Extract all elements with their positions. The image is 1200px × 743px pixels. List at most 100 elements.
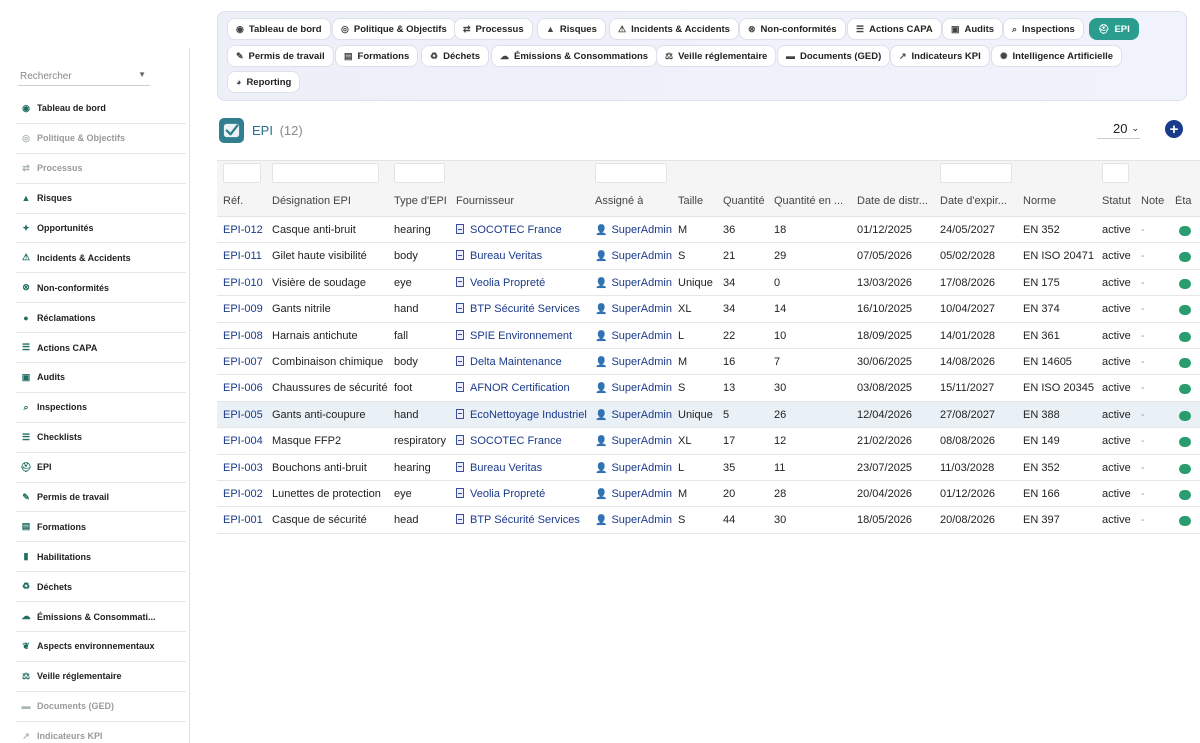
per-page-select[interactable]: 20 ⌄ <box>1097 119 1140 139</box>
sidebar-item-chat[interactable]: ● Réclamations <box>16 303 186 334</box>
cell-ref[interactable]: EPI-007 <box>223 356 263 368</box>
table-row[interactable]: EPI-005 Gants anti-coupure hand EcoNettoyag… <box>217 401 1200 429</box>
sidebar-item-leaf[interactable]: ❦ Aspects environnementaux <box>16 632 186 662</box>
cell-ref[interactable]: EPI-005 <box>223 409 263 421</box>
column-filter-input[interactable] <box>394 163 445 183</box>
cell-ref[interactable]: EPI-003 <box>223 462 263 474</box>
table-row[interactable]: EPI-012 Casque anti-bruit hearing SOCOTEC F… <box>217 217 1200 244</box>
cell-ref[interactable]: EPI-010 <box>223 277 263 289</box>
sidebar-item-folder[interactable]: ▬ Documents (GED) <box>16 692 186 722</box>
sidebar-item-cloud[interactable]: ☁ Émissions & Consommati... <box>16 602 186 633</box>
status-toggle[interactable] <box>1179 490 1191 500</box>
sidebar-item-checklist[interactable]: ☰ Checklists <box>16 423 186 453</box>
column-header[interactable]: Statut <box>1102 195 1131 207</box>
column-header[interactable]: Fournisseur <box>456 195 514 207</box>
table-row[interactable]: EPI-001 Casque de sécurité head BTP Sécurit… <box>217 507 1200 534</box>
cell-ref[interactable]: EPI-004 <box>223 435 263 447</box>
column-header[interactable]: Date de distr... <box>857 195 928 207</box>
table-row[interactable]: EPI-006 Chaussures de sécurité foot AFNOR C… <box>217 375 1200 402</box>
nav-tab-report[interactable]: ◕ Reporting <box>227 71 301 93</box>
table-row[interactable]: EPI-002 Lunettes de protection eye Veolia P… <box>217 481 1200 508</box>
sidebar-item-badge[interactable]: ▮ Habilitations <box>16 542 186 573</box>
sidebar-item-helmet[interactable]: ⛑ EPI <box>16 453 186 483</box>
table-row[interactable]: EPI-008 Harnais antichute fall SPIE Environ… <box>217 323 1200 349</box>
table-row[interactable]: EPI-003 Bouchons anti-bruit hearing Bureau … <box>217 455 1200 481</box>
nav-tab-clipboard[interactable]: ▣ Audits <box>942 18 1004 40</box>
cell-ref[interactable]: EPI-008 <box>223 330 263 342</box>
sidebar-item-clipboard[interactable]: ▣ Audits <box>16 363 186 393</box>
cell-ref[interactable]: EPI-011 <box>223 250 262 262</box>
nav-tab-process[interactable]: ⇄ Processus <box>454 18 533 40</box>
nav-tab-ai[interactable]: ✺ Intelligence Artificielle <box>991 45 1123 67</box>
cell-ref[interactable]: EPI-009 <box>223 303 263 315</box>
status-toggle[interactable] <box>1179 358 1191 368</box>
column-header[interactable]: Quantité <box>723 195 765 207</box>
cell-supplier[interactable]: Delta Maintenance <box>456 356 562 368</box>
status-toggle[interactable] <box>1179 252 1191 263</box>
add-epi-button[interactable]: + <box>1165 120 1183 138</box>
column-filter-input[interactable] <box>223 163 261 183</box>
nav-tab-warning[interactable]: ▲ Risques <box>537 18 606 40</box>
table-row[interactable]: EPI-007 Combinaison chimique body Delta Mai… <box>217 349 1200 376</box>
sidebar-item-recycle[interactable]: ♻ Déchets <box>16 572 186 603</box>
cell-supplier[interactable]: Bureau Veritas <box>456 250 542 262</box>
nav-tab-search[interactable]: ⌕ Inspections <box>1003 18 1084 40</box>
nav-tab-target[interactable]: ◎ Politique & Objectifs <box>332 18 456 40</box>
column-filter-input[interactable] <box>595 163 667 183</box>
status-toggle[interactable] <box>1179 410 1191 421</box>
column-filter-input[interactable] <box>940 163 1012 183</box>
nav-tab-list[interactable]: ☰ Actions CAPA <box>847 18 942 40</box>
status-toggle[interactable] <box>1179 463 1191 474</box>
column-header[interactable]: Réf. <box>223 195 243 207</box>
column-filter-input[interactable] <box>1102 163 1129 183</box>
nav-tab-chart[interactable]: ↗ Indicateurs KPI <box>890 45 990 67</box>
status-toggle[interactable] <box>1179 305 1191 316</box>
cell-supplier[interactable]: SPIE Environnement <box>456 329 572 342</box>
status-toggle[interactable] <box>1179 331 1191 342</box>
sidebar-item-permit[interactable]: ✎ Permis de travail <box>16 483 186 513</box>
nav-tab-permit[interactable]: ✎ Permis de travail <box>227 45 334 67</box>
column-filter-input[interactable] <box>272 163 379 183</box>
cell-ref[interactable]: EPI-006 <box>223 382 263 394</box>
table-row[interactable]: EPI-011 Gilet haute visibilité body Bureau … <box>217 243 1200 270</box>
nav-tab-incident[interactable]: ⚠ Incidents & Accidents <box>609 18 739 40</box>
sidebar-search[interactable]: ▼ <box>18 66 150 86</box>
table-row[interactable]: EPI-010 Visière de soudage eye Veolia Propr… <box>217 270 1200 297</box>
cell-supplier[interactable]: BTP Sécurité Services <box>456 303 580 315</box>
sidebar-item-list[interactable]: ☰ Actions CAPA <box>16 333 186 364</box>
cell-supplier[interactable]: Veolia Propreté <box>456 276 545 289</box>
column-header[interactable]: Éta <box>1175 195 1192 207</box>
nav-tab-x-circle[interactable]: ⊗ Non-conformités <box>739 18 846 40</box>
sidebar-item-process[interactable]: ⇄ Processus <box>16 154 186 184</box>
sidebar-item-warning[interactable]: ▲ Risques <box>16 184 186 214</box>
cell-supplier[interactable]: SOCOTEC France <box>456 224 562 236</box>
nav-tab-cloud[interactable]: ☁ Émissions & Consommations <box>491 45 658 67</box>
table-row[interactable]: EPI-009 Gants nitrile hand BTP Sécurité Ser… <box>217 296 1200 323</box>
cell-ref[interactable]: EPI-012 <box>223 224 263 236</box>
column-header[interactable]: Date d'expir... <box>940 195 1007 207</box>
cell-supplier[interactable]: BTP Sécurité Services <box>456 514 580 526</box>
column-header[interactable]: Type d'EPI <box>394 195 447 207</box>
nav-tab-folder[interactable]: ▬ Documents (GED) <box>777 45 891 67</box>
sidebar-item-scale[interactable]: ⚖ Veille réglementaire <box>16 662 186 692</box>
nav-tab-helmet[interactable]: ⛑ EPI <box>1089 18 1139 40</box>
sidebar-item-chart[interactable]: ↗ Indicateurs KPI <box>16 722 186 743</box>
sidebar-item-dashboard[interactable]: ◉ Tableau de bord <box>16 94 186 124</box>
sidebar-item-incident[interactable]: ⚠ Incidents & Accidents <box>16 243 186 274</box>
status-toggle[interactable] <box>1179 278 1191 289</box>
status-toggle[interactable] <box>1179 516 1191 527</box>
table-row[interactable]: EPI-004 Masque FFP2 respiratory SOCOTEC Fra… <box>217 428 1200 455</box>
sidebar-item-x-circle[interactable]: ⊗ Non-conformités <box>16 273 186 304</box>
sidebar-item-training[interactable]: ▤ Formations <box>16 512 186 543</box>
status-toggle[interactable] <box>1179 437 1191 448</box>
nav-tab-scale[interactable]: ⚖ Veille réglementaire <box>656 45 777 67</box>
column-header[interactable]: Désignation EPI <box>272 195 351 207</box>
nav-tab-dashboard[interactable]: ◉ Tableau de bord <box>227 18 331 40</box>
status-toggle[interactable] <box>1179 226 1191 236</box>
cell-supplier[interactable]: Bureau Veritas <box>456 461 542 474</box>
status-toggle[interactable] <box>1179 384 1191 395</box>
sidebar-item-lightbulb[interactable]: ✦ Opportunités <box>16 214 186 244</box>
column-header[interactable]: Note <box>1141 195 1164 207</box>
column-header[interactable]: Taille <box>678 195 703 207</box>
column-header[interactable]: Assigné à <box>595 195 643 207</box>
